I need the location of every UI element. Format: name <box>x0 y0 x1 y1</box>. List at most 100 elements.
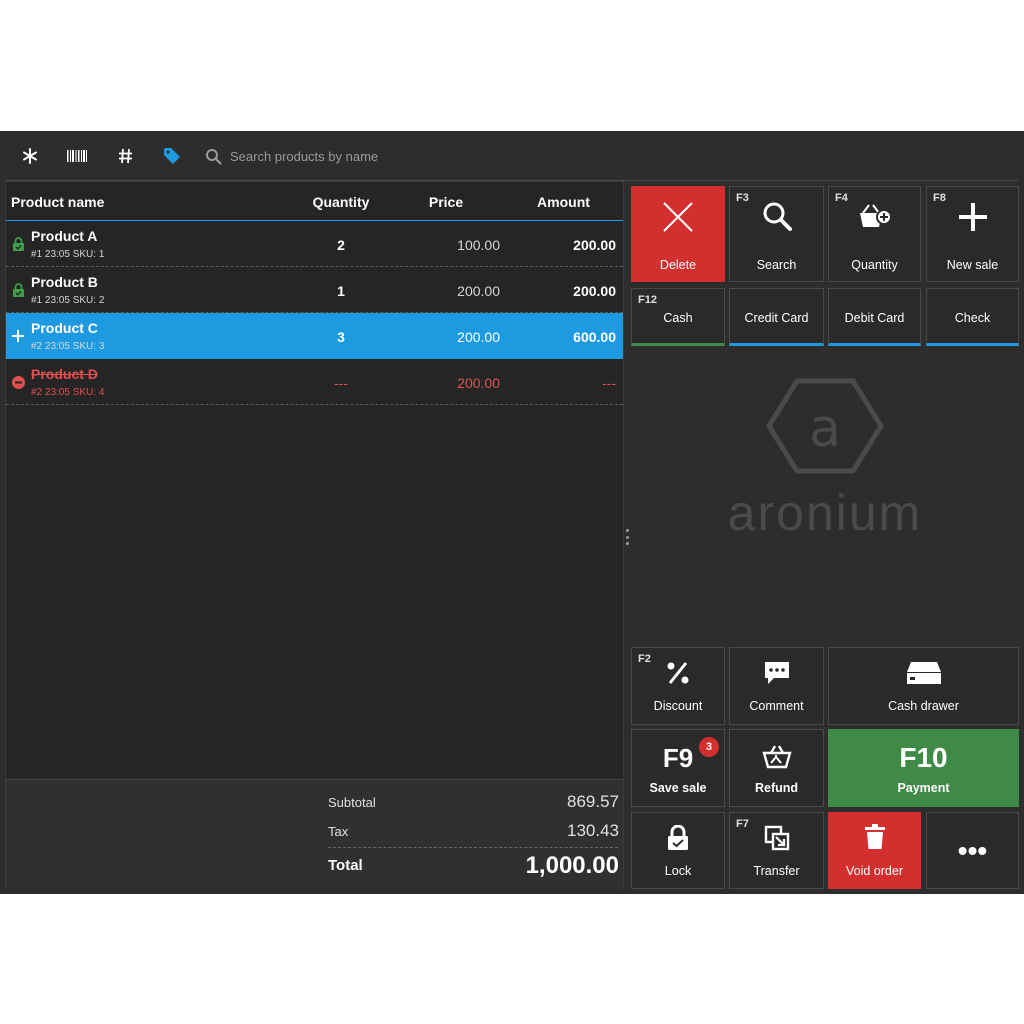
delete-button[interactable]: Delete <box>631 186 725 282</box>
search-label: Search <box>756 258 797 272</box>
saved-sales-count-badge: 3 <box>699 737 719 757</box>
check-label: Check <box>954 311 991 325</box>
table-row[interactable]: Product A #1 23:05 SKU: 1 2 100.00 200.0… <box>6 221 623 267</box>
comment-label: Comment <box>749 699 804 713</box>
transfer-button[interactable]: F7 Transfer <box>729 812 824 889</box>
toolbar <box>0 131 1024 181</box>
tax-value: 130.43 <box>567 821 619 840</box>
lock-icon <box>11 283 25 297</box>
comment-button[interactable]: Comment <box>729 647 824 725</box>
search-button[interactable]: F3 Search <box>729 186 824 282</box>
product-price: 200.00 <box>457 329 500 345</box>
basket-add-icon <box>829 201 920 231</box>
comment-icon <box>730 660 823 686</box>
discount-button[interactable]: F2 Discount <box>631 647 725 725</box>
column-header-quantity[interactable]: Quantity <box>306 194 376 210</box>
transfer-icon <box>730 825 823 851</box>
refund-button[interactable]: Refund <box>729 729 824 807</box>
search-input[interactable] <box>230 148 530 164</box>
totals-panel: Subtotal 869.57 Tax 130.43 Total 1,000.0… <box>6 779 623 889</box>
column-header-product-name[interactable]: Product name <box>11 194 104 210</box>
cash-drawer-label: Cash drawer <box>888 699 959 713</box>
plus-icon <box>11 329 25 343</box>
cash-drawer-button[interactable]: Cash drawer <box>828 647 1019 725</box>
lock-button[interactable]: Lock <box>631 812 725 889</box>
plus-icon <box>927 201 1018 233</box>
product-name: Product B <box>31 274 98 290</box>
barcode-icon[interactable] <box>66 146 88 166</box>
delete-label: Delete <box>659 258 697 272</box>
save-sale-label: Save sale <box>649 781 707 795</box>
product-name: Product D <box>31 366 98 382</box>
table-row-voided[interactable]: Product D #2 23:05 SKU: 4 --- 200.00 --- <box>6 359 623 405</box>
asterisk-icon[interactable] <box>20 146 40 166</box>
subtotal-label: Subtotal <box>328 795 376 810</box>
search-box[interactable] <box>205 145 530 167</box>
table-row[interactable]: Product B #1 23:05 SKU: 2 1 200.00 200.0… <box>6 267 623 313</box>
product-quantity: --- <box>334 375 348 391</box>
column-header-amount[interactable]: Amount <box>526 194 601 210</box>
product-meta: #1 23:05 SKU: 2 <box>31 295 105 306</box>
tag-icon[interactable] <box>162 146 182 166</box>
quantity-button[interactable]: F4 Quantity <box>828 186 921 282</box>
cash-drawer-icon <box>829 660 1018 686</box>
product-amount: 200.00 <box>573 237 616 253</box>
void-order-label: Void order <box>846 864 903 878</box>
new-sale-label: New sale <box>946 258 999 272</box>
total-label: Total <box>328 857 363 874</box>
product-price: 100.00 <box>457 237 500 253</box>
refund-icon <box>730 743 823 769</box>
payment-label: Payment <box>897 781 950 795</box>
panel-splitter[interactable] <box>625 529 629 545</box>
aronium-logo: a aronium <box>700 376 950 546</box>
product-name: Product C <box>31 320 98 336</box>
payment-button[interactable]: F10 Payment <box>828 729 1019 807</box>
more-button[interactable]: ••• <box>926 812 1019 889</box>
total-value: 1,000.00 <box>525 852 619 879</box>
check-button[interactable]: Check <box>926 288 1019 346</box>
search-icon <box>730 200 823 232</box>
cash-label: Cash <box>663 311 693 325</box>
credit-card-label: Credit Card <box>744 311 809 325</box>
cash-button[interactable]: F12 Cash <box>631 288 725 346</box>
payment-shortcut: F10 <box>899 742 948 773</box>
credit-card-button[interactable]: Credit Card <box>729 288 824 346</box>
lock-icon <box>11 237 25 251</box>
product-quantity: 3 <box>337 329 345 345</box>
close-icon <box>632 201 724 233</box>
debit-card-label: Debit Card <box>844 311 905 325</box>
void-order-button[interactable]: Void order <box>828 812 921 889</box>
grid-header: Product name Quantity Price Amount <box>6 182 623 221</box>
column-header-price[interactable]: Price <box>416 194 476 210</box>
product-amount: 600.00 <box>573 329 616 345</box>
product-meta: #2 23:05 SKU: 3 <box>31 341 105 352</box>
product-meta: #1 23:05 SKU: 1 <box>31 249 105 260</box>
order-grid: Product name Quantity Price Amount Produ… <box>5 181 624 889</box>
subtotal-value: 869.57 <box>567 792 619 811</box>
svg-text:a: a <box>809 399 841 459</box>
product-quantity: 1 <box>337 283 345 299</box>
product-name: Product A <box>31 228 98 244</box>
discount-label: Discount <box>653 699 703 713</box>
trash-icon <box>829 824 920 850</box>
cash-shortcut: F12 <box>638 294 657 306</box>
refund-label: Refund <box>754 781 799 795</box>
transfer-label: Transfer <box>753 864 800 878</box>
product-amount: --- <box>602 375 616 391</box>
new-sale-button[interactable]: F8 New sale <box>926 186 1019 282</box>
product-meta: #2 23:05 SKU: 4 <box>31 387 105 398</box>
search-icon <box>205 148 222 165</box>
product-amount: 200.00 <box>573 283 616 299</box>
debit-card-button[interactable]: Debit Card <box>828 288 921 346</box>
lock-label: Lock <box>664 864 692 878</box>
remove-icon <box>11 375 25 389</box>
pos-window: Product name Quantity Price Amount Produ… <box>0 131 1024 894</box>
lock-icon <box>632 825 724 851</box>
hash-icon[interactable] <box>116 146 134 166</box>
product-quantity: 2 <box>337 237 345 253</box>
table-row-selected[interactable]: Product C #2 23:05 SKU: 3 3 200.00 600.0… <box>6 313 623 359</box>
totals-divider <box>328 847 618 848</box>
quantity-label: Quantity <box>851 258 898 272</box>
more-icon: ••• <box>957 835 988 866</box>
logo-wordmark: aronium <box>727 485 923 541</box>
